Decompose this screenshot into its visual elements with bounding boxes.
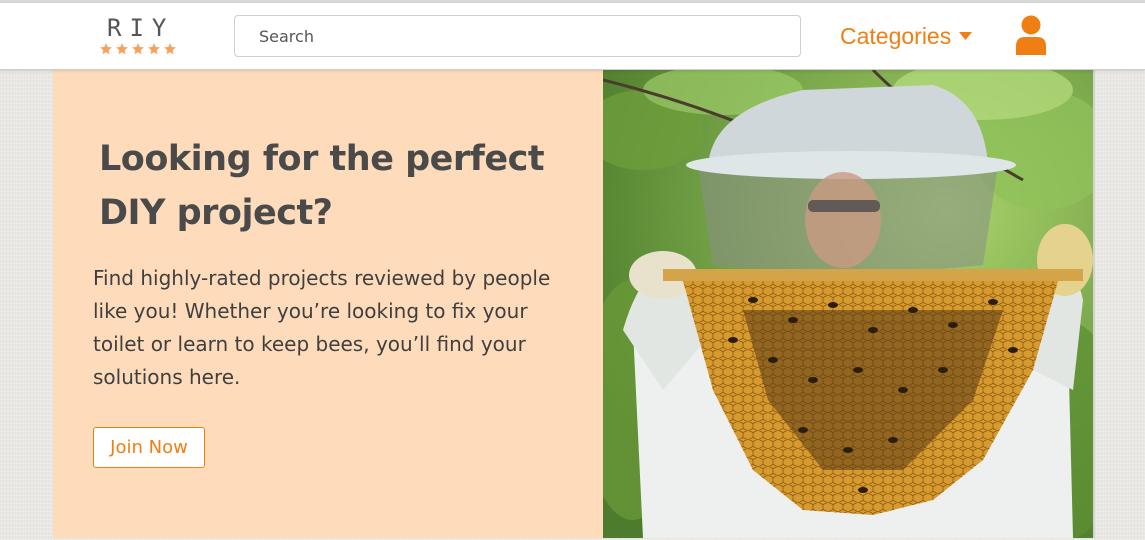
logo-stars xyxy=(99,42,177,56)
chevron-down-icon xyxy=(959,32,973,40)
user-icon xyxy=(1016,15,1046,55)
site-logo[interactable]: RIY xyxy=(97,13,197,61)
beekeeper-photo xyxy=(603,70,1093,538)
join-now-button[interactable]: Join Now xyxy=(93,427,205,468)
hero-description: Find highly-rated projects reviewed by p… xyxy=(93,266,551,389)
hero-image-beekeeper xyxy=(603,70,1093,538)
logo-text: RIY xyxy=(107,14,175,42)
star-icon xyxy=(164,43,176,55)
content-edge xyxy=(1093,70,1095,538)
hero-panel: Looking for the perfect DIY project? Fin… xyxy=(53,70,603,538)
categories-dropdown[interactable]: Categories xyxy=(840,20,973,52)
user-account-button[interactable] xyxy=(1013,15,1049,55)
navbar: RIY Categories xyxy=(0,3,1145,70)
hero-title: Looking for the perfect DIY project? xyxy=(99,139,545,233)
search-input[interactable] xyxy=(234,15,801,57)
star-icon xyxy=(100,43,112,55)
star-icon xyxy=(148,43,160,55)
star-icon xyxy=(132,43,144,55)
categories-label: Categories xyxy=(840,22,952,49)
star-icon xyxy=(116,43,128,55)
